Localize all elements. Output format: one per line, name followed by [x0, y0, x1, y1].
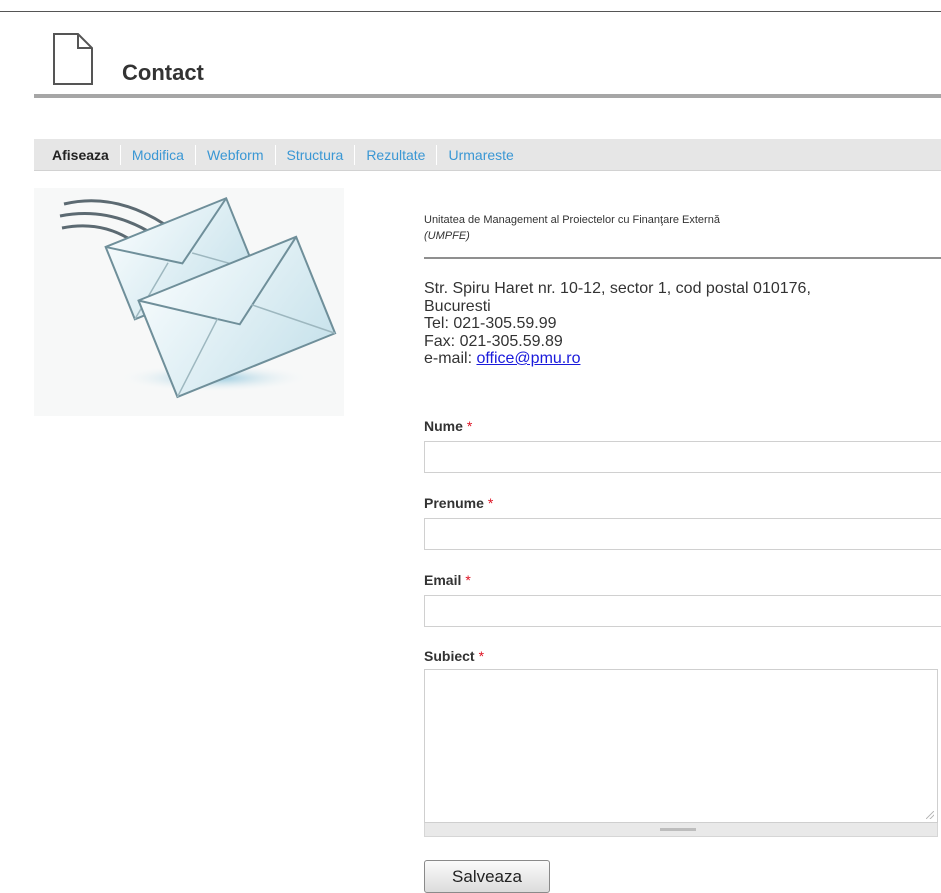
content-divider — [424, 257, 941, 259]
subiect-required-mark: * — [478, 648, 485, 664]
address-email-line: e-mail: office@pmu.ro — [424, 350, 939, 368]
organization-abbr: (UMPFE) — [424, 230, 470, 242]
prenume-label: Prenume * — [424, 495, 493, 511]
textarea-resize-handle[interactable] — [424, 823, 938, 837]
tab-structura[interactable]: Structura — [276, 144, 356, 165]
email-input[interactable] — [424, 595, 941, 627]
contact-address: Str. Spiru Haret nr. 10-12, sector 1, co… — [424, 280, 939, 368]
grip-icon — [660, 828, 696, 831]
nume-label-text: Nume — [424, 418, 463, 434]
email-field-label-text: Email — [424, 572, 462, 588]
page-title: Contact — [122, 60, 204, 85]
tab-urmareste[interactable]: Urmareste — [437, 145, 524, 165]
address-street: Str. Spiru Haret nr. 10-12, sector 1, co… — [424, 280, 811, 297]
resize-corner-icon[interactable] — [926, 811, 934, 819]
address-tel: Tel: 021-305.59.99 — [424, 315, 557, 332]
organization-name: Unitatea de Management al Proiectelor cu… — [424, 212, 924, 244]
nume-required-mark: * — [466, 418, 473, 434]
address-fax: Fax: 021-305.59.89 — [424, 332, 563, 350]
nume-label: Nume * — [424, 418, 472, 434]
tab-modifica[interactable]: Modifica — [121, 144, 196, 165]
subiect-label-text: Subiect — [424, 648, 475, 664]
nume-input[interactable] — [424, 441, 941, 473]
email-field-label: Email * — [424, 572, 471, 588]
title-divider — [34, 94, 941, 98]
top-divider — [0, 11, 941, 12]
address-city: Bucuresti — [424, 297, 491, 315]
organization-name-text: Unitatea de Management al Proiectelor cu… — [424, 214, 720, 226]
subiect-label: Subiect * — [424, 648, 484, 664]
subiect-textarea[interactable] — [424, 669, 938, 823]
tab-afiseaza[interactable]: Afiseaza — [34, 144, 121, 165]
email-link[interactable]: office@pmu.ro — [476, 350, 580, 367]
email-label: e-mail: — [424, 350, 473, 367]
tab-rezultate[interactable]: Rezultate — [355, 144, 438, 165]
email-required-mark: * — [465, 572, 471, 588]
envelopes-icon — [34, 188, 344, 416]
prenume-label-text: Prenume — [424, 495, 484, 511]
tab-bar: Afiseaza Modifica Webform Structura Rezu… — [34, 139, 941, 171]
prenume-required-mark: * — [487, 495, 494, 511]
document-icon — [53, 33, 93, 85]
save-button[interactable]: Salveaza — [424, 860, 550, 893]
prenume-input[interactable] — [424, 518, 941, 550]
tab-webform[interactable]: Webform — [196, 144, 276, 165]
